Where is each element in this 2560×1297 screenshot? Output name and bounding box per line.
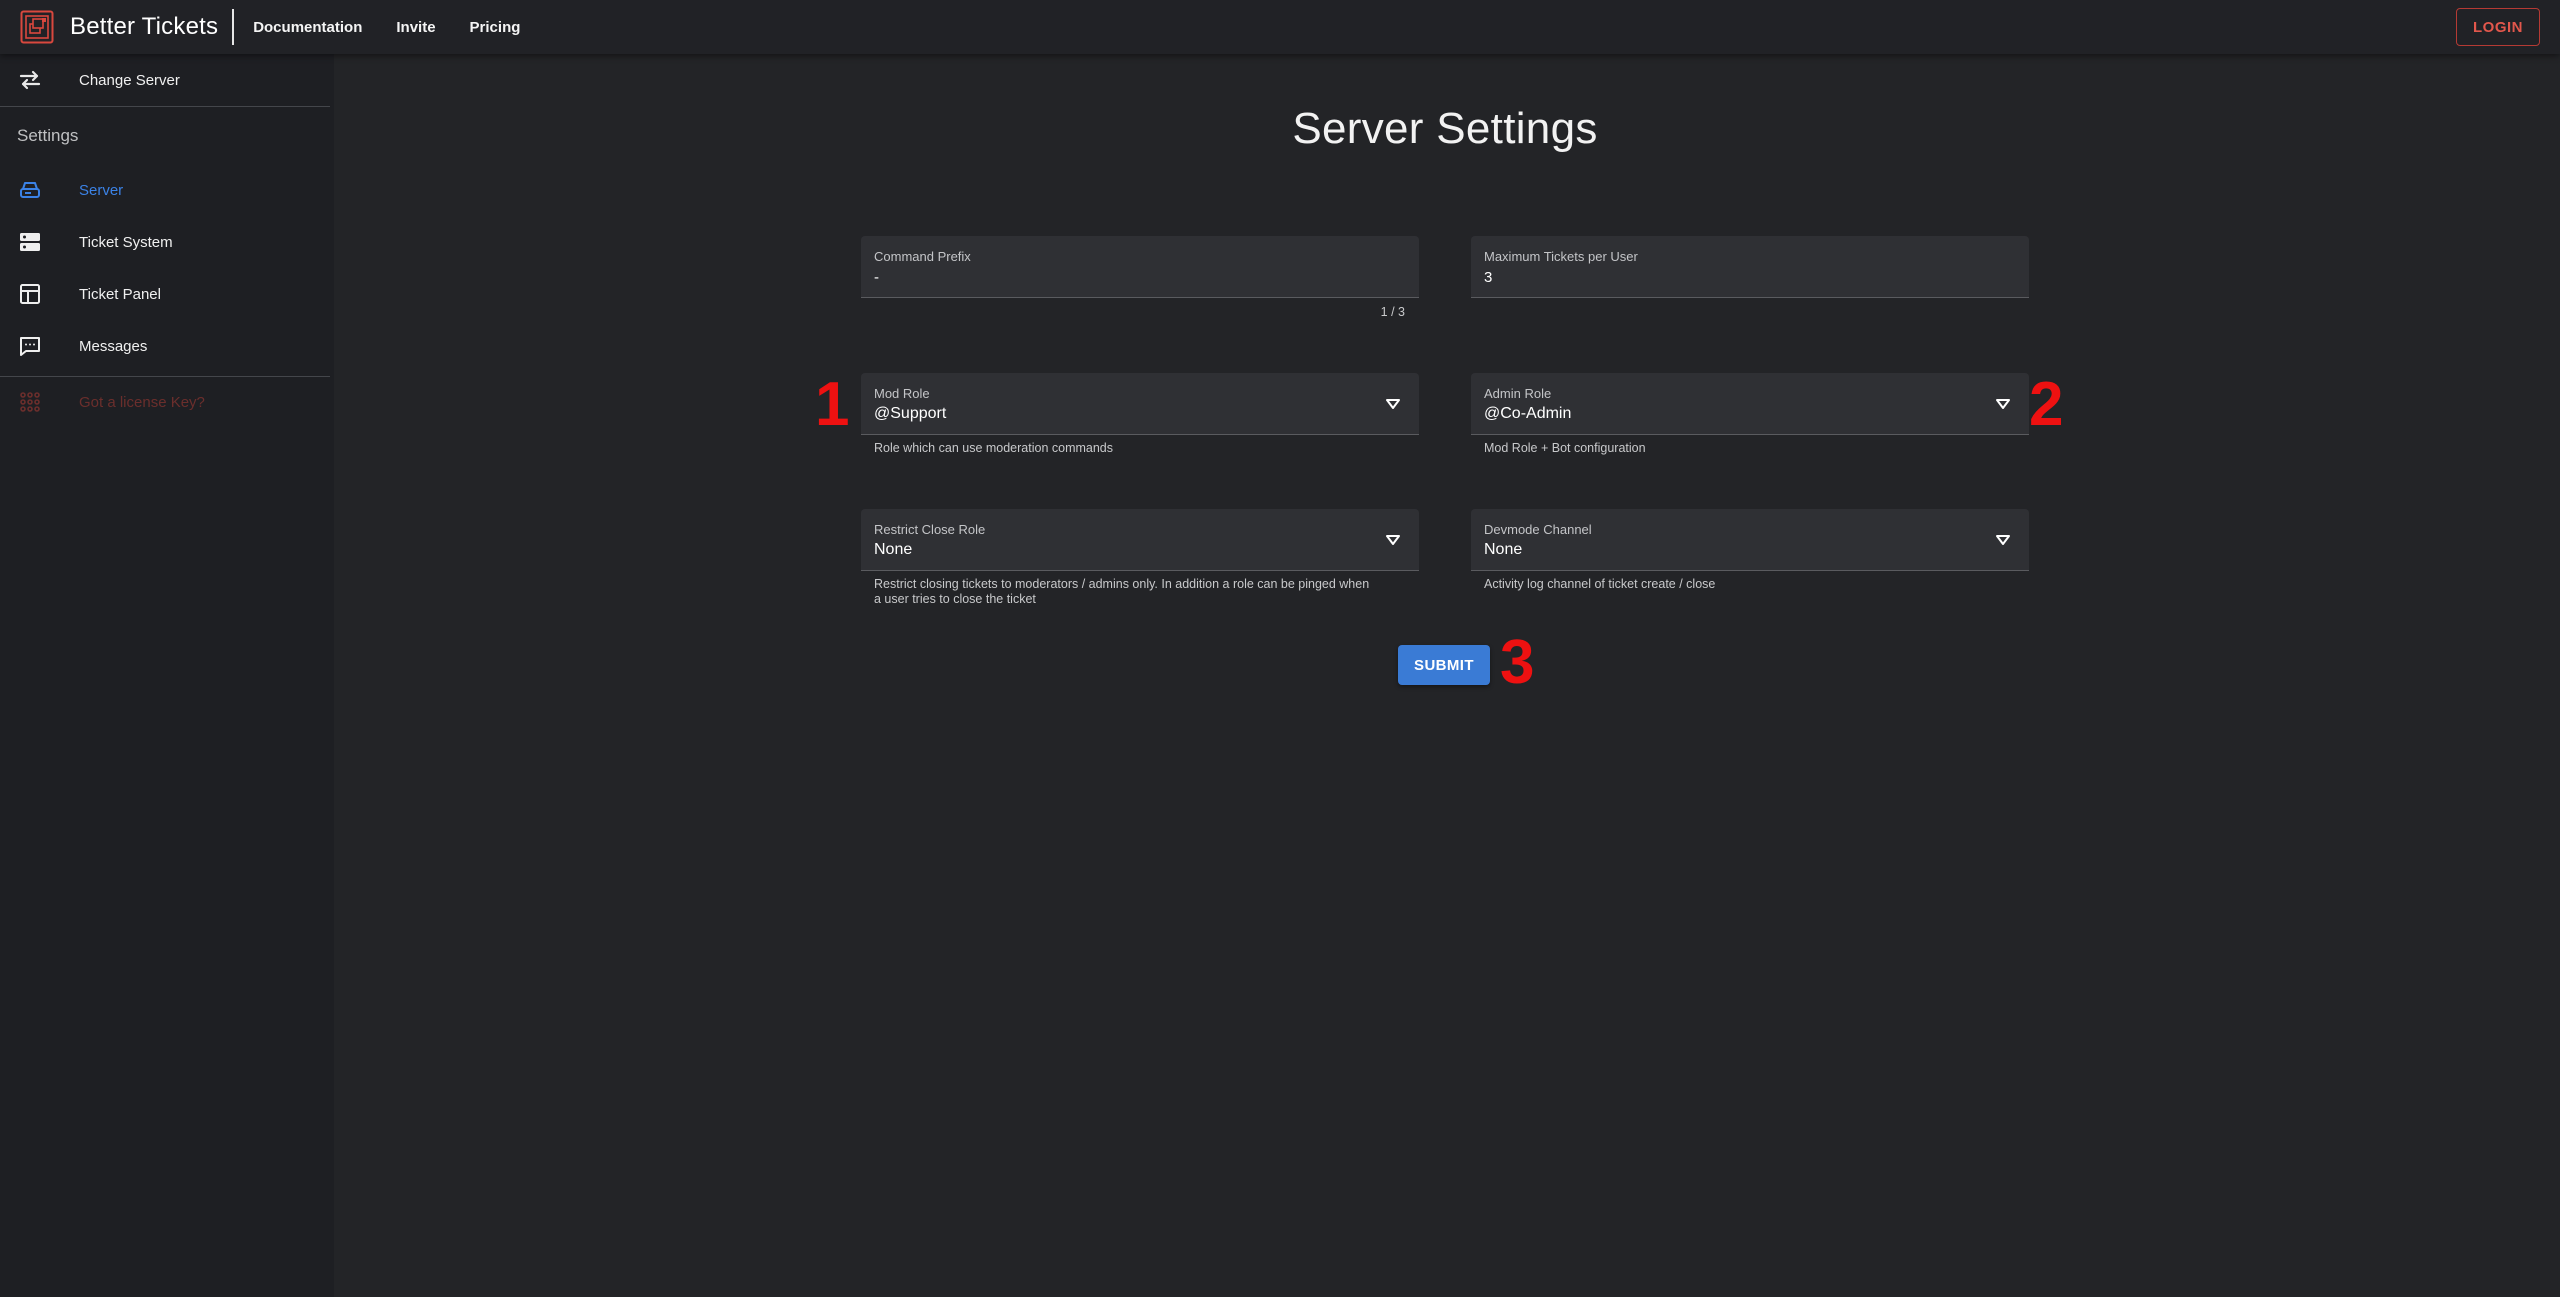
devmode-channel-select[interactable]: Devmode Channel None <box>1471 509 2029 571</box>
submit-button[interactable]: SUBMIT <box>1398 645 1490 685</box>
swap-arrows-icon <box>18 68 42 92</box>
sidebar-item-label: Change Server <box>79 71 180 89</box>
sidebar-item-label: Server <box>79 181 124 199</box>
panel-layout-icon <box>18 282 42 306</box>
sidebar-section-title: Settings <box>17 126 79 145</box>
field-label: Devmode Channel <box>1484 522 1592 537</box>
command-prefix-input[interactable] <box>874 269 1354 286</box>
server-box-icon <box>18 178 42 202</box>
sidebar-item-label: Got a license Key? <box>79 393 205 411</box>
page-title: Server Settings <box>1292 104 1598 153</box>
sidebar-item-ticket-system[interactable]: Ticket System <box>0 216 330 268</box>
caret-down-icon[interactable] <box>1385 534 1401 546</box>
login-button[interactable]: LOGIN <box>2456 8 2540 46</box>
nav-documentation[interactable]: Documentation <box>236 0 379 54</box>
restrict-close-role-select[interactable]: Restrict Close Role None <box>861 509 1419 571</box>
mod-role-select[interactable]: Mod Role @Support <box>861 373 1419 435</box>
nav-pricing[interactable]: Pricing <box>453 0 538 54</box>
server-rack-icon <box>18 230 42 254</box>
sidebar-item-change-server[interactable]: Change Server <box>0 54 330 106</box>
sidebar-item-messages[interactable]: Messages <box>0 320 330 372</box>
selected-value: @Support <box>874 405 947 422</box>
nav-invite[interactable]: Invite <box>379 0 452 54</box>
command-prefix-field[interactable]: Command Prefix <box>861 236 1419 298</box>
caret-down-icon[interactable] <box>1995 534 2011 546</box>
selected-value: None <box>1484 541 1523 558</box>
field-helper-text: Mod Role + Bot configuration <box>1484 441 1646 455</box>
field-helper-text: Restrict closing tickets to moderators /… <box>874 577 1369 607</box>
top-app-bar: Better Tickets Documentation Invite Pric… <box>0 0 2560 54</box>
character-counter: 1 / 3 <box>1380 305 1405 319</box>
grid-dots-icon <box>18 390 42 414</box>
sidebar-item-label: Ticket Panel <box>79 285 161 303</box>
max-tickets-input[interactable] <box>1484 269 1964 286</box>
helper-line: a user tries to close the ticket <box>874 592 1036 606</box>
max-tickets-field[interactable]: Maximum Tickets per User <box>1471 236 2029 298</box>
ticket-logo-icon[interactable] <box>20 10 54 44</box>
field-label: Maximum Tickets per User <box>1484 249 1638 264</box>
selected-value: @Co-Admin <box>1484 405 1572 422</box>
helper-line: Restrict closing tickets to moderators /… <box>874 577 1370 591</box>
annotation-marker-2: 2 <box>2029 370 2064 439</box>
sidebar-item-server[interactable]: Server <box>0 164 330 216</box>
selected-value: None <box>874 541 913 558</box>
admin-role-select[interactable]: Admin Role @Co-Admin <box>1471 373 2029 435</box>
annotation-marker-3: 3 <box>1500 628 1535 697</box>
field-label: Mod Role <box>874 386 930 401</box>
field-label: Restrict Close Role <box>874 522 986 537</box>
field-helper-text: Activity log channel of ticket create / … <box>1484 577 1716 591</box>
brand-name[interactable]: Better Tickets <box>70 9 235 45</box>
sidebar: Change Server Settings Server Ticket Sys… <box>0 54 334 1297</box>
sidebar-item-label: Messages <box>79 337 148 355</box>
sidebar-item-license[interactable]: Got a license Key? <box>0 376 330 428</box>
sidebar-item-label: Ticket System <box>79 233 173 251</box>
sidebar-divider <box>0 106 330 107</box>
caret-down-icon[interactable] <box>1995 398 2011 410</box>
caret-down-icon[interactable] <box>1385 398 1401 410</box>
annotation-marker-1: 1 <box>815 370 850 439</box>
field-label: Command Prefix <box>874 249 971 264</box>
sidebar-item-ticket-panel[interactable]: Ticket Panel <box>0 268 330 320</box>
field-label: Admin Role <box>1484 386 1552 401</box>
field-helper-text: Role which can use moderation commands <box>874 441 1114 455</box>
message-dots-icon <box>18 334 42 358</box>
